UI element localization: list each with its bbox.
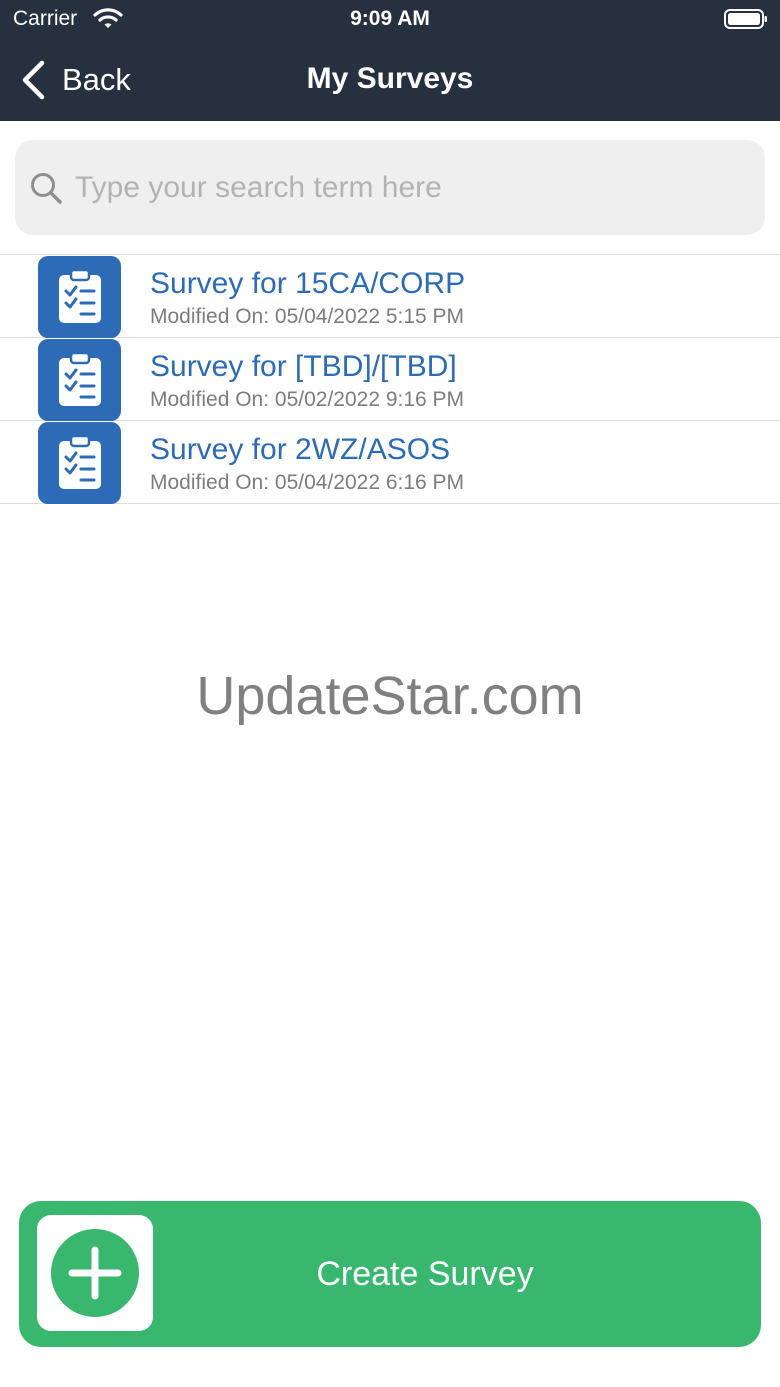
search-box[interactable] (15, 140, 765, 235)
survey-title: Survey for 2WZ/ASOS (150, 433, 451, 466)
nav-bar: Back My Surveys (0, 40, 780, 121)
list-item[interactable]: Survey for 2WZ/ASOS Modified On: 05/04/2… (0, 421, 780, 504)
survey-title: Survey for [TBD]/[TBD] (150, 350, 457, 383)
search-area (0, 121, 780, 255)
search-input[interactable] (73, 169, 717, 206)
battery-icon (724, 9, 767, 29)
status-time: 9:09 AM (350, 7, 430, 30)
list-item[interactable]: Survey for 15CA/CORP Modified On: 05/04/… (0, 255, 780, 338)
survey-list: Survey for 15CA/CORP Modified On: 05/04/… (0, 255, 780, 504)
watermark: UpdateStar.com (196, 666, 584, 726)
plus-circle-icon (51, 1229, 139, 1317)
page-title: My Surveys (306, 62, 474, 95)
list-item[interactable]: Survey for [TBD]/[TBD] Modified On: 05/0… (0, 338, 780, 421)
survey-modified: Modified On: 05/02/2022 9:16 PM (150, 388, 465, 411)
create-icon-box (37, 1215, 153, 1331)
create-survey-button[interactable]: Create Survey (19, 1201, 761, 1347)
clipboard-checklist-icon (38, 339, 121, 421)
clipboard-checklist-icon (38, 422, 121, 504)
survey-modified: Modified On: 05/04/2022 5:15 PM (150, 305, 465, 328)
status-bar: Carrier 9:09 AM (0, 0, 780, 40)
survey-title: Survey for 15CA/CORP (150, 267, 466, 300)
search-icon (31, 172, 62, 204)
clipboard-checklist-icon (38, 256, 121, 338)
create-survey-label: Create Survey (316, 1255, 534, 1293)
survey-modified: Modified On: 05/04/2022 6:16 PM (150, 471, 465, 494)
